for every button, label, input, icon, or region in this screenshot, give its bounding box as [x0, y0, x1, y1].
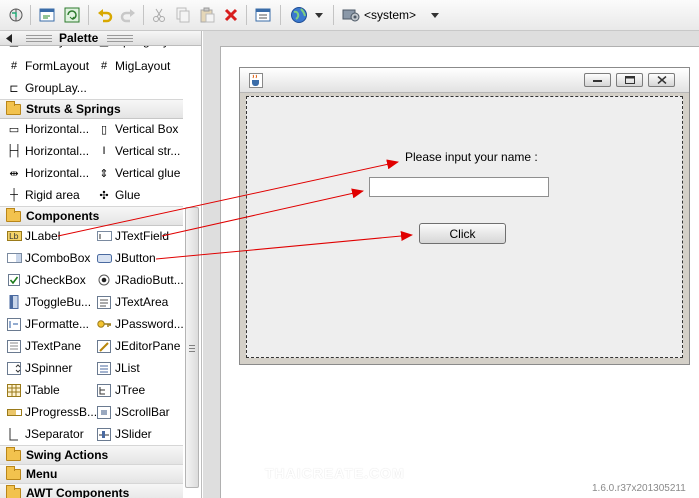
arrow-jbutton-to-button [155, 231, 413, 260]
arrow-jtextfield-to-textfield [161, 188, 364, 237]
arrow-jlabel-to-label [57, 159, 399, 237]
version-label: 1.6.0.r37x201305211 [592, 483, 686, 494]
annotation-arrows [57, 159, 413, 260]
watermark: THAICREATE.COM [265, 465, 405, 481]
